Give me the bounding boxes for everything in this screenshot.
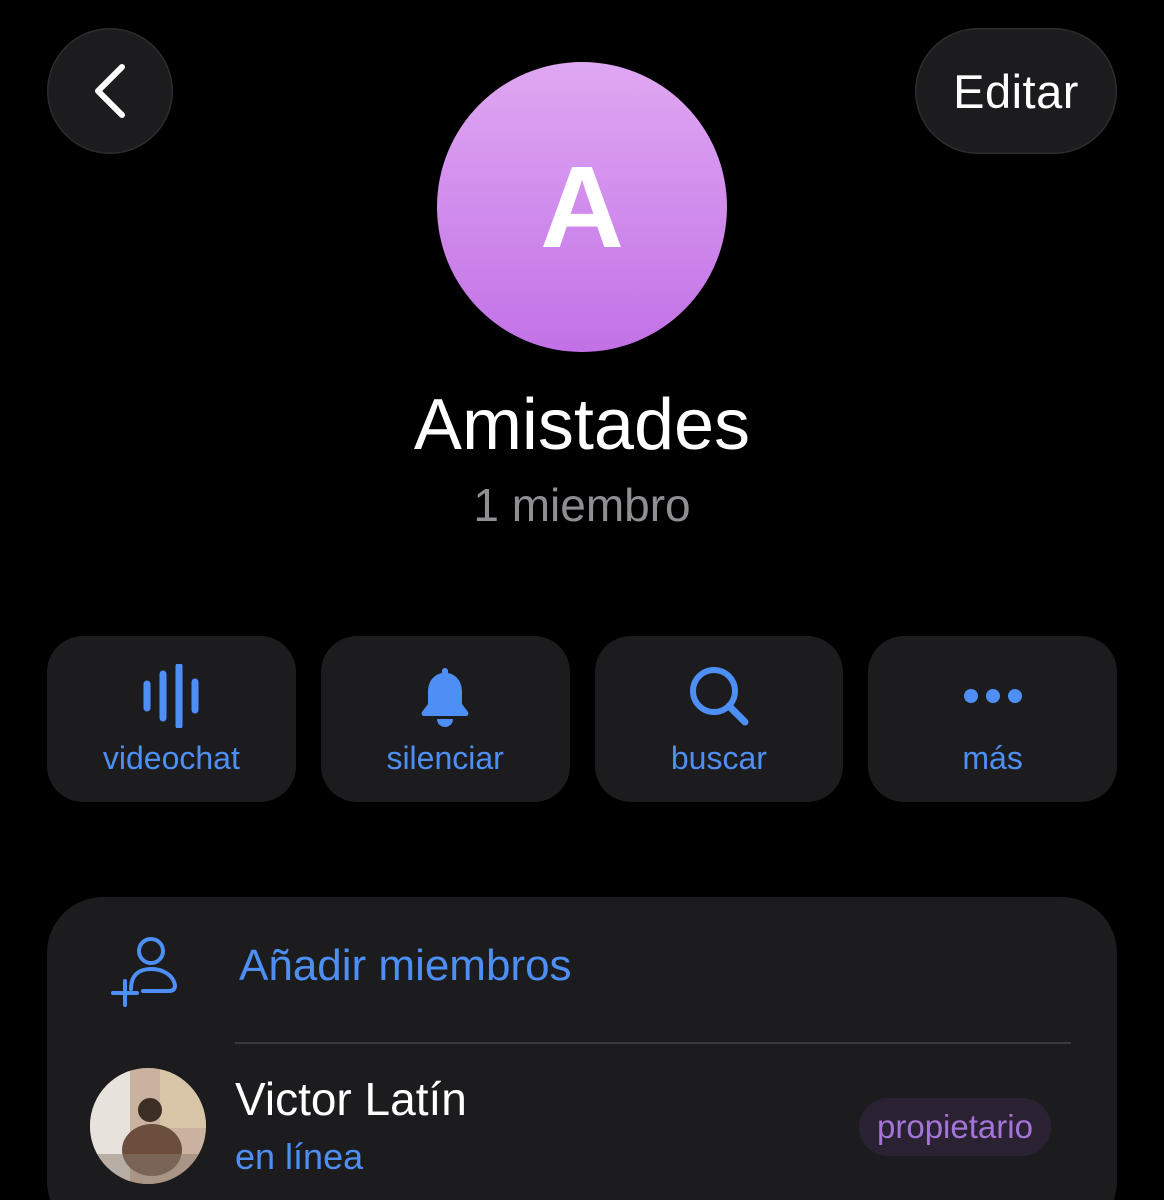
- search-button[interactable]: buscar: [594, 636, 844, 802]
- voice-chat-icon: [139, 664, 203, 728]
- edit-button[interactable]: Editar: [915, 28, 1117, 154]
- mute-label: silenciar: [386, 740, 504, 776]
- more-dots-icon: [961, 664, 1025, 728]
- videochat-label: videochat: [102, 740, 240, 776]
- add-person-icon: [111, 937, 178, 1007]
- group-title: Amistades: [413, 385, 751, 465]
- more-label: más: [962, 740, 1023, 776]
- member-status: en línea: [235, 1136, 364, 1177]
- back-button[interactable]: [47, 28, 173, 154]
- group-member-count: 1 miembro: [473, 479, 691, 531]
- more-button[interactable]: más: [868, 636, 1117, 802]
- add-members-row[interactable]: Añadir miembros: [47, 897, 1117, 1043]
- mute-button[interactable]: silenciar: [320, 636, 570, 802]
- member-name: Victor Latín: [235, 1073, 467, 1125]
- member-avatar: [90, 1068, 206, 1184]
- bell-icon: [413, 664, 477, 728]
- group-info-screen: Editar A Amistades 1 miembro videochat s…: [0, 0, 1164, 1200]
- search-label: buscar: [670, 740, 767, 776]
- chevron-left-icon: [95, 64, 125, 118]
- action-bar: videochat silenciar buscar más: [47, 636, 1117, 802]
- owner-badge: propietario: [859, 1098, 1051, 1156]
- videochat-button[interactable]: videochat: [47, 636, 296, 802]
- members-card: Añadir miembros Victor Latín en línea pr…: [47, 897, 1117, 1200]
- search-icon: [687, 664, 751, 728]
- member-row[interactable]: Victor Latín en línea propietario: [47, 1044, 1117, 1200]
- group-avatar[interactable]: A: [437, 62, 727, 352]
- add-members-label: Añadir miembros: [239, 941, 572, 990]
